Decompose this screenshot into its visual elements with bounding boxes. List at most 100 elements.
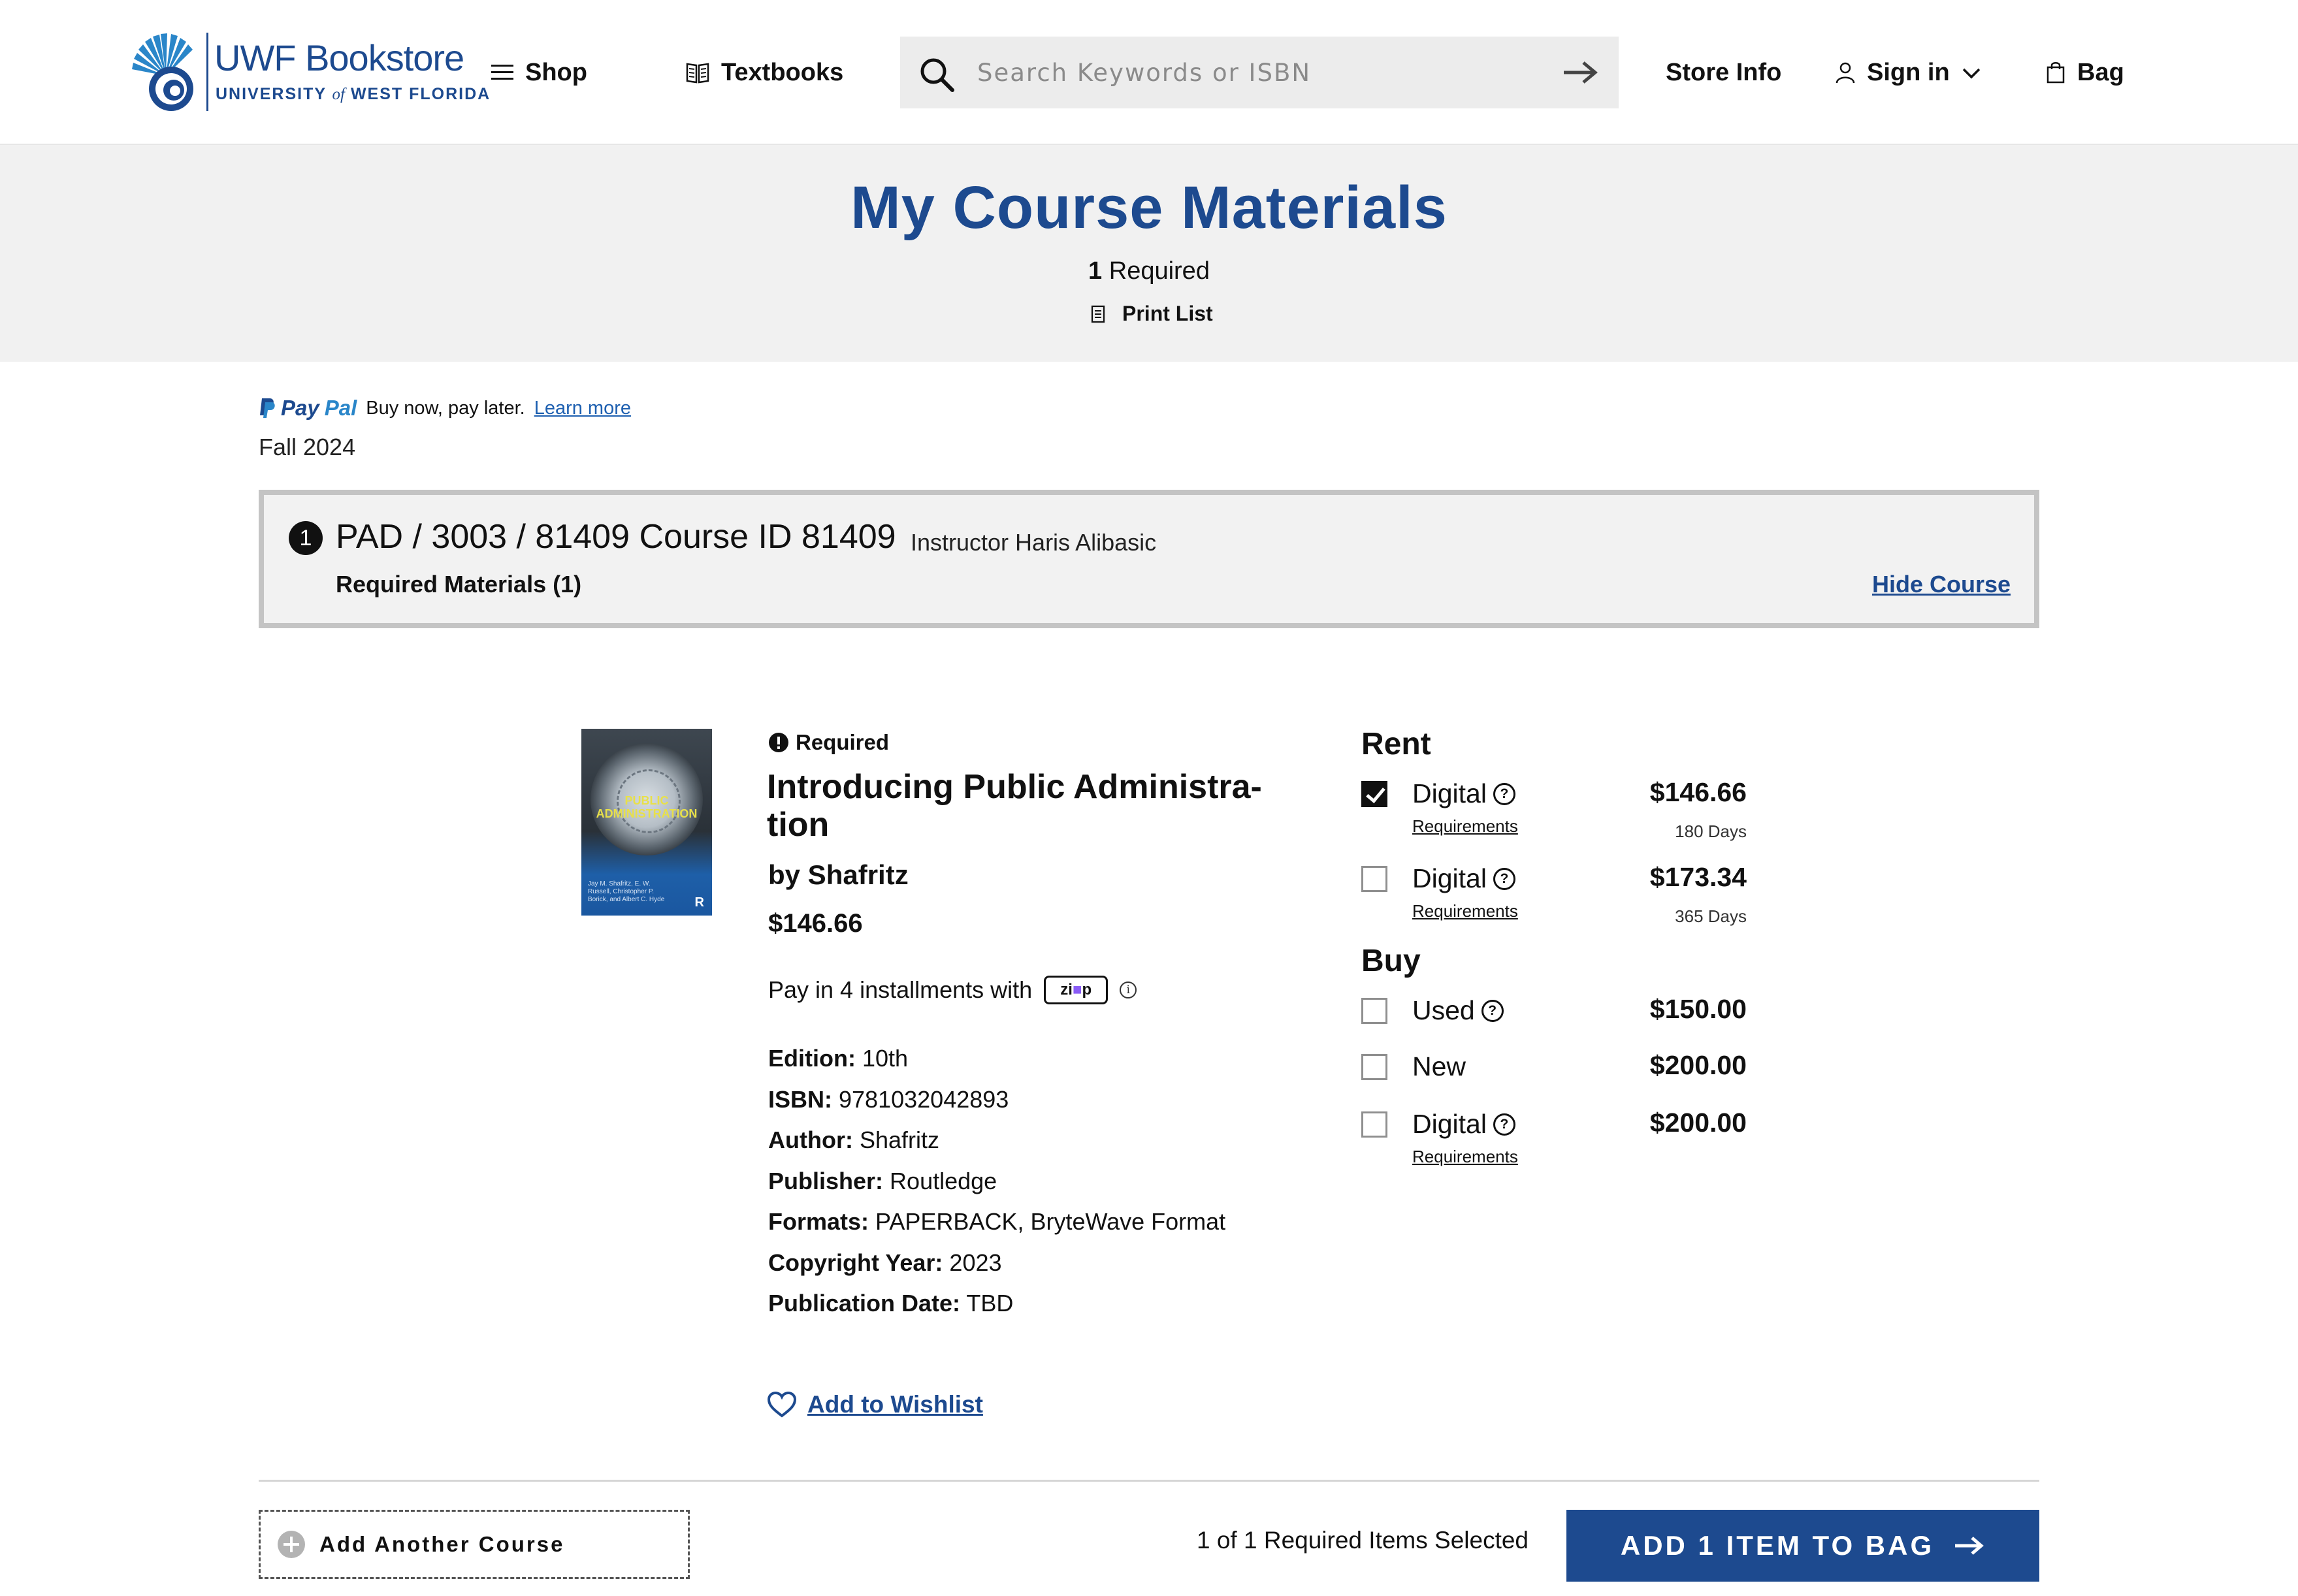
detail-publication-date: Publication Date: TBD xyxy=(768,1290,1014,1317)
nav-textbooks-label: Textbooks xyxy=(721,58,844,86)
rental-duration: 365 Days xyxy=(1675,906,1747,926)
option-label: Used ? xyxy=(1412,995,1504,1026)
book-cover-image[interactable]: PUBLIC ADMINISTRATION Jay M. Shafritz, E… xyxy=(581,729,712,916)
arrow-right-icon xyxy=(1955,1537,1984,1555)
option-price: $200.00 xyxy=(1649,1050,1747,1080)
checkbox[interactable] xyxy=(1361,1111,1387,1138)
logo-divider xyxy=(206,33,208,111)
search-icon[interactable] xyxy=(918,56,955,93)
course-number-badge: 1 xyxy=(289,521,323,555)
buy-option-used[interactable]: Used ? $150.00 xyxy=(1361,991,1747,1030)
nav-store-info-label: Store Info xyxy=(1666,58,1782,86)
cover-publisher-mark: R xyxy=(694,895,704,910)
zip-text: Pay in 4 installments with xyxy=(768,976,1033,1003)
detail-isbn: ISBN: 9781032042893 xyxy=(768,1085,1009,1113)
zip-logo[interactable]: zi ■ p xyxy=(1044,976,1109,1004)
nav-bag[interactable]: Bag xyxy=(2046,56,2124,89)
shopping-bag-icon xyxy=(2047,62,2065,84)
option-price: $173.34 xyxy=(1649,862,1747,892)
detail-edition: Edition: 10th xyxy=(768,1045,909,1072)
help-icon[interactable]: ? xyxy=(1493,1113,1515,1136)
paypal-logo: Pay Pal xyxy=(259,396,357,421)
paypal-message: Pay Pal Buy now, pay later. Learn more xyxy=(259,396,631,421)
nav-textbooks[interactable]: Textbooks xyxy=(686,56,843,89)
cover-authors: Jay M. Shafritz, E. W. Russell, Christop… xyxy=(588,880,665,903)
detail-author: Author: Shafritz xyxy=(768,1126,940,1153)
requirements-link[interactable]: Requirements xyxy=(1412,816,1518,837)
help-icon[interactable]: ? xyxy=(1493,782,1515,805)
detail-publisher: Publisher: Routledge xyxy=(768,1167,997,1194)
exclamation-circle-icon xyxy=(769,733,788,752)
hamburger-menu-icon xyxy=(491,65,513,80)
open-book-icon xyxy=(686,63,709,84)
print-list-button[interactable]: Print List xyxy=(1091,302,1213,326)
help-icon[interactable]: ? xyxy=(1481,999,1504,1022)
arrow-right-icon[interactable] xyxy=(1561,56,1600,89)
search-bar xyxy=(900,37,1619,108)
course-title: PAD / 3003 / 81409 Course ID 81409 xyxy=(336,518,896,556)
buy-option-digital[interactable]: Digital ? $200.00 Requirements xyxy=(1361,1105,1747,1166)
required-materials-count: Required Materials (1) xyxy=(336,571,582,598)
page-title: My Course Materials xyxy=(850,174,1448,241)
buy-option-new[interactable]: New $200.00 xyxy=(1361,1047,1747,1087)
search-input[interactable] xyxy=(977,50,1513,95)
chevron-down-icon xyxy=(1962,68,1980,79)
option-price: $200.00 xyxy=(1649,1108,1747,1138)
logo-title: UWF Bookstore xyxy=(214,37,464,78)
option-label: New xyxy=(1412,1051,1466,1081)
uwf-bookstore-logo[interactable]: UWF Bookstore UNIVERSITY of WEST FLORIDA xyxy=(131,30,489,115)
rent-heading: Rent xyxy=(1361,727,1431,761)
checkbox[interactable] xyxy=(1361,1054,1387,1080)
paypal-text: Buy now, pay later. xyxy=(366,397,525,419)
info-icon[interactable]: i xyxy=(1120,982,1137,998)
course-materials-banner: My Course Materials 1 Required Print Lis… xyxy=(0,145,2298,362)
site-header: UWF Bookstore UNIVERSITY of WEST FLORIDA… xyxy=(0,0,2298,145)
nav-sign-in[interactable]: Sign in xyxy=(1836,56,1981,89)
detail-copyright-year: Copyright Year: 2023 xyxy=(768,1249,1002,1276)
zip-installments: Pay in 4 installments with zi ■ p i xyxy=(768,976,1137,1004)
term-label: Fall 2024 xyxy=(259,434,356,460)
rental-duration: 180 Days xyxy=(1675,822,1747,841)
add-to-bag-button[interactable]: ADD 1 ITEM TO BAG xyxy=(1566,1510,2039,1582)
add-another-course-button[interactable]: Add Another Course xyxy=(259,1510,690,1579)
nautilus-logo-icon xyxy=(132,33,193,111)
user-icon xyxy=(1836,62,1855,84)
nav-bag-label: Bag xyxy=(2077,58,2124,86)
logo-subtitle: UNIVERSITY of WEST FLORIDA xyxy=(216,85,491,103)
nav-shop-label: Shop xyxy=(525,58,587,86)
plus-circle-icon xyxy=(278,1531,305,1558)
add-to-wishlist-button[interactable]: Add to Wishlist xyxy=(767,1391,983,1418)
cover-title: PUBLIC ADMINISTRATION xyxy=(596,794,698,820)
section-divider xyxy=(259,1480,2039,1482)
option-price: $146.66 xyxy=(1649,777,1747,807)
required-flag: Required xyxy=(768,730,889,755)
paypal-icon xyxy=(260,398,275,418)
buy-heading: Buy xyxy=(1361,944,1421,978)
book-price: $146.66 xyxy=(768,909,863,938)
checkbox[interactable] xyxy=(1361,998,1387,1024)
book-details: Edition: 10th ISBN: 9781032042893 Author… xyxy=(768,1038,1225,1324)
requirements-link[interactable]: Requirements xyxy=(1412,1147,1518,1167)
rent-option-digital-365[interactable]: Digital ? $173.34 Requirements 365 Days xyxy=(1361,859,1747,926)
detail-formats: Formats: PAPERBACK, BryteWave Format xyxy=(768,1208,1226,1235)
option-label: Digital ? xyxy=(1412,1109,1515,1140)
help-icon[interactable]: ? xyxy=(1493,867,1515,890)
nav-store-info[interactable]: Store Info xyxy=(1666,56,1781,89)
rent-option-digital-180[interactable]: Digital ? $146.66 Requirements 180 Days xyxy=(1361,774,1747,841)
book-title[interactable]: Introducing Public Administra-tion xyxy=(767,768,1303,844)
option-label: Digital ? xyxy=(1412,778,1515,809)
paypal-learn-more-link[interactable]: Learn more xyxy=(534,398,631,419)
course-header: 1 PAD / 3003 / 81409 Course ID 81409 Ins… xyxy=(259,490,2039,628)
heart-icon xyxy=(767,1392,797,1418)
print-list-label: Print List xyxy=(1122,302,1213,325)
required-count: 1 Required xyxy=(1088,257,1210,285)
hide-course-link[interactable]: Hide Course xyxy=(1872,571,2011,598)
selected-items-count: 1 of 1 Required Items Selected xyxy=(1197,1527,1529,1554)
course-instructor: Instructor Haris Alibasic xyxy=(911,529,1157,556)
nav-sign-in-label: Sign in xyxy=(1867,58,1950,86)
nav-shop[interactable]: Shop xyxy=(491,56,587,89)
checkbox[interactable] xyxy=(1361,866,1387,892)
book-author: by Shafritz xyxy=(768,859,909,890)
checkbox-checked[interactable] xyxy=(1361,781,1387,807)
requirements-link[interactable]: Requirements xyxy=(1412,901,1518,921)
